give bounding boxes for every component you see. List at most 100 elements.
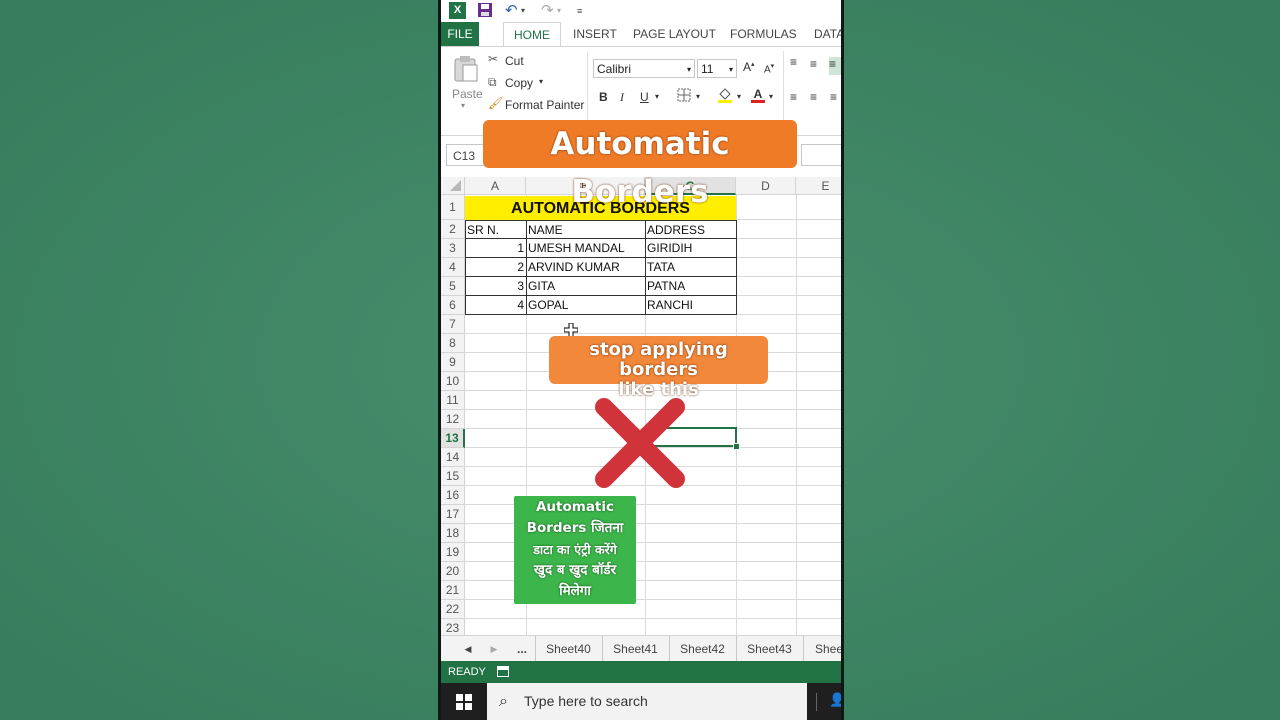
- row-header[interactable]: 8: [441, 334, 465, 353]
- header-cell-name[interactable]: NAME: [528, 221, 563, 239]
- row-header[interactable]: 21: [441, 581, 465, 600]
- redo-dropdown-icon[interactable]: ▾: [557, 2, 561, 20]
- address-cell[interactable]: RANCHI: [647, 296, 693, 314]
- taskbar-search-box[interactable]: ⌕ Type here to search: [487, 683, 807, 720]
- paste-icon[interactable]: [453, 55, 479, 83]
- address-cell[interactable]: TATA: [647, 258, 675, 276]
- row-header[interactable]: 20: [441, 562, 465, 581]
- table-row: 3 GITA PATNA: [465, 277, 736, 296]
- row-header[interactable]: 22: [441, 600, 465, 619]
- row-header[interactable]: 1: [441, 195, 465, 220]
- table-row: 4 GOPAL RANCHI: [465, 296, 736, 315]
- row-header[interactable]: 17: [441, 505, 465, 524]
- align-middle-icon[interactable]: ≡: [810, 57, 817, 71]
- row-header[interactable]: 15: [441, 467, 465, 486]
- header-cell-sr[interactable]: SR N.: [467, 221, 499, 239]
- cut-icon[interactable]: ✂: [488, 52, 498, 66]
- undo-icon[interactable]: ↶: [505, 2, 518, 20]
- copy-icon[interactable]: ⧉: [488, 75, 497, 90]
- underline-icon[interactable]: U: [640, 90, 649, 104]
- row-header[interactable]: 9: [441, 353, 465, 372]
- font-size-select[interactable]: 11 ▾: [697, 59, 737, 78]
- tab-insert[interactable]: INSERT: [563, 22, 627, 46]
- tab-file[interactable]: FILE: [441, 22, 479, 46]
- row-header[interactable]: 18: [441, 524, 465, 543]
- row-header[interactable]: 14: [441, 448, 465, 467]
- column-header-a[interactable]: A: [465, 177, 526, 195]
- row-header[interactable]: 13: [441, 429, 465, 448]
- italic-icon[interactable]: I: [620, 90, 624, 105]
- customize-qat-icon[interactable]: ≡: [577, 2, 582, 20]
- font-color-dropdown-icon[interactable]: ▾: [769, 92, 773, 101]
- status-bar: READY: [441, 661, 841, 683]
- format-painter-button[interactable]: Format Painter: [505, 98, 584, 112]
- sr-cell[interactable]: 1: [465, 239, 524, 257]
- format-painter-icon[interactable]: 🖌: [488, 96, 503, 110]
- row-header[interactable]: 2: [441, 220, 465, 239]
- borders-dropdown-icon[interactable]: ▾: [696, 92, 700, 101]
- sheet-tab-sheet40[interactable]: Sheet40: [535, 636, 603, 662]
- windows-start-icon[interactable]: [456, 694, 472, 710]
- column-header-e[interactable]: E: [796, 177, 841, 195]
- align-top-icon[interactable]: ≡: [790, 55, 797, 69]
- next-sheet-icon[interactable]: ▶: [487, 636, 501, 662]
- sheet-tab-sheet44[interactable]: Shee: [803, 636, 841, 662]
- sr-cell[interactable]: 2: [465, 258, 524, 276]
- font-name-select[interactable]: Calibri ▾: [593, 59, 695, 78]
- sr-cell[interactable]: 4: [465, 296, 524, 314]
- row-header[interactable]: 11: [441, 391, 465, 410]
- column-header-d[interactable]: D: [736, 177, 796, 195]
- sheet-tab-sheet43[interactable]: Sheet43: [736, 636, 804, 662]
- save-icon[interactable]: [477, 2, 493, 20]
- increase-font-icon[interactable]: A▴: [743, 60, 755, 74]
- row-header[interactable]: 7: [441, 315, 465, 334]
- undo-dropdown-icon[interactable]: ▾: [521, 2, 525, 20]
- underline-dropdown-icon[interactable]: ▾: [655, 92, 659, 101]
- cut-button[interactable]: Cut: [505, 54, 524, 68]
- align-right-icon[interactable]: ≡: [830, 90, 837, 104]
- borders-icon[interactable]: [677, 88, 691, 105]
- font-color-icon[interactable]: A: [751, 87, 765, 103]
- align-center-icon[interactable]: ≡: [810, 90, 817, 104]
- align-left-icon[interactable]: ≡: [790, 90, 797, 104]
- fill-color-dropdown-icon[interactable]: ▾: [737, 92, 741, 101]
- redo-icon[interactable]: ↷: [541, 2, 554, 20]
- paste-dropdown-icon[interactable]: ▾: [461, 101, 465, 110]
- copy-button[interactable]: Copy: [505, 76, 533, 90]
- formula-input[interactable]: [801, 144, 841, 166]
- name-cell[interactable]: ARVIND KUMAR: [528, 258, 620, 276]
- copy-dropdown-icon[interactable]: ▾: [539, 77, 543, 86]
- prev-sheet-icon[interactable]: ◀: [461, 636, 475, 662]
- row-header[interactable]: 10: [441, 372, 465, 391]
- paste-button[interactable]: Paste: [452, 87, 483, 101]
- address-cell[interactable]: PATNA: [647, 277, 685, 295]
- row-header[interactable]: 16: [441, 486, 465, 505]
- fill-handle[interactable]: [733, 443, 740, 450]
- sr-cell[interactable]: 3: [465, 277, 524, 295]
- fill-color-icon[interactable]: [717, 86, 733, 107]
- row-header[interactable]: 19: [441, 543, 465, 562]
- name-cell[interactable]: GITA: [528, 277, 555, 295]
- name-cell[interactable]: GOPAL: [528, 296, 568, 314]
- row-header[interactable]: 3: [441, 239, 465, 258]
- name-cell[interactable]: UMESH MANDAL: [528, 239, 625, 257]
- row-header[interactable]: 4: [441, 258, 465, 277]
- tab-formulas[interactable]: FORMULAS: [720, 22, 807, 46]
- decrease-font-icon[interactable]: A▾: [764, 62, 774, 75]
- sheet-tab-more[interactable]: ...: [509, 636, 536, 662]
- macro-record-icon[interactable]: [497, 666, 509, 677]
- address-cell[interactable]: GIRIDIH: [647, 239, 692, 257]
- row-header[interactable]: 12: [441, 410, 465, 429]
- row-header[interactable]: 5: [441, 277, 465, 296]
- select-all-corner[interactable]: [441, 177, 465, 195]
- bold-icon[interactable]: B: [599, 90, 608, 104]
- tab-home[interactable]: HOME: [503, 22, 561, 46]
- sheet-tab-sheet42[interactable]: Sheet42: [669, 636, 737, 662]
- tab-data[interactable]: DATA: [804, 22, 841, 46]
- align-bottom-icon[interactable]: ≡: [829, 57, 841, 75]
- header-cell-address[interactable]: ADDRESS: [647, 221, 705, 239]
- taskbar-user-icon[interactable]: 👤: [829, 692, 841, 710]
- row-header[interactable]: 6: [441, 296, 465, 315]
- sheet-tab-sheet41[interactable]: Sheet41: [602, 636, 670, 662]
- tab-page-layout[interactable]: PAGE LAYOUT: [623, 22, 726, 46]
